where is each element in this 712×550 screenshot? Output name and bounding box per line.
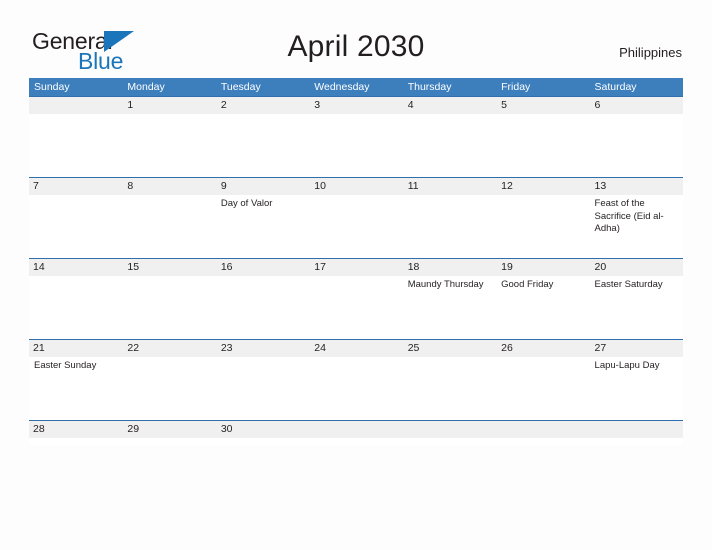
- week-day-events: Day of Valor Feast of the Sacrifice (Eid…: [29, 195, 683, 257]
- day-number[interactable]: [403, 421, 496, 438]
- day-number[interactable]: 19: [496, 259, 589, 276]
- day-event: Easter Sunday: [34, 360, 97, 371]
- day-event: [496, 195, 589, 257]
- month-calendar: Sunday Monday Tuesday Wednesday Thursday…: [29, 78, 683, 445]
- day-event: [496, 357, 589, 419]
- day-event: [122, 114, 215, 176]
- week-row: 7 8 9 10 11 12 13 Day of Valor Feast of …: [29, 177, 683, 258]
- weekday-monday: Monday: [127, 81, 165, 93]
- day-number[interactable]: 6: [590, 97, 683, 114]
- week-row: 21 22 23 24 25 26 27 Easter Sunday Lapu-…: [29, 339, 683, 420]
- week-day-events: Maundy Thursday Good Friday Easter Satur…: [29, 276, 683, 338]
- day-number[interactable]: 16: [216, 259, 309, 276]
- day-number[interactable]: 2: [216, 97, 309, 114]
- day-event: Good Friday: [501, 279, 554, 290]
- day-event: Feast of the Sacrifice (Eid al-Adha): [594, 198, 664, 234]
- day-number[interactable]: [496, 421, 589, 438]
- weekday-header-row: Sunday Monday Tuesday Wednesday Thursday…: [29, 78, 683, 96]
- day-number[interactable]: 27: [590, 340, 683, 357]
- day-event: [403, 195, 496, 257]
- day-number[interactable]: 3: [309, 97, 402, 114]
- day-number[interactable]: 29: [122, 421, 215, 438]
- day-number[interactable]: 10: [309, 178, 402, 195]
- day-number[interactable]: 1: [122, 97, 215, 114]
- day-event: [122, 195, 215, 257]
- week-day-numbers: 28 29 30: [29, 421, 683, 438]
- day-number[interactable]: 9: [216, 178, 309, 195]
- week-day-numbers: 1 2 3 4 5 6: [29, 97, 683, 114]
- day-number[interactable]: 7: [29, 178, 122, 195]
- week-day-events: Easter Sunday Lapu-Lapu Day: [29, 357, 683, 419]
- day-event: [216, 276, 309, 338]
- day-number[interactable]: 12: [496, 178, 589, 195]
- day-event: [309, 357, 402, 419]
- day-event: [122, 357, 215, 419]
- day-event: [29, 195, 122, 257]
- day-event: [216, 357, 309, 419]
- calendar-page: General Blue April 2030 Philippines Sund…: [0, 0, 712, 550]
- day-event: [309, 195, 402, 257]
- day-event: [590, 114, 683, 176]
- day-number[interactable]: 26: [496, 340, 589, 357]
- day-number[interactable]: 23: [216, 340, 309, 357]
- day-number[interactable]: 5: [496, 97, 589, 114]
- weekday-wednesday: Wednesday: [314, 81, 370, 93]
- day-number[interactable]: [29, 97, 122, 114]
- day-number[interactable]: 24: [309, 340, 402, 357]
- day-number[interactable]: 17: [309, 259, 402, 276]
- week-day-numbers: 14 15 16 17 18 19 20: [29, 259, 683, 276]
- day-number[interactable]: 4: [403, 97, 496, 114]
- day-number[interactable]: 30: [216, 421, 309, 438]
- day-number[interactable]: [309, 421, 402, 438]
- page-title: April 2030: [287, 30, 425, 63]
- day-number[interactable]: 11: [403, 178, 496, 195]
- day-event: Day of Valor: [220, 198, 273, 209]
- day-event: Lapu-Lapu Day: [594, 360, 660, 371]
- day-event: [403, 114, 496, 176]
- day-number[interactable]: 28: [29, 421, 122, 438]
- day-number[interactable]: [590, 421, 683, 438]
- day-event: [309, 114, 402, 176]
- day-number[interactable]: 8: [122, 178, 215, 195]
- week-row: 14 15 16 17 18 19 20 Maundy Thursday Goo…: [29, 258, 683, 339]
- day-event: Easter Saturday: [594, 279, 663, 290]
- day-number[interactable]: 14: [29, 259, 122, 276]
- day-event: [29, 276, 122, 338]
- day-number[interactable]: 18: [403, 259, 496, 276]
- day-number[interactable]: 20: [590, 259, 683, 276]
- day-event: [29, 114, 122, 176]
- day-event: [403, 357, 496, 419]
- week-day-numbers: 21 22 23 24 25 26 27: [29, 340, 683, 357]
- day-event: [216, 114, 309, 176]
- day-event: Maundy Thursday: [407, 279, 484, 290]
- weekday-thursday: Thursday: [407, 81, 452, 93]
- day-number[interactable]: 22: [122, 340, 215, 357]
- day-event: [309, 276, 402, 338]
- page-header: General Blue April 2030 Philippines: [0, 0, 712, 78]
- day-number[interactable]: 15: [122, 259, 215, 276]
- weekday-sunday: Sunday: [34, 81, 70, 93]
- weekday-friday: Friday: [501, 81, 531, 93]
- day-number[interactable]: 25: [403, 340, 496, 357]
- week-row: 28 29 30: [29, 420, 683, 445]
- week-day-numbers: 7 8 9 10 11 12 13: [29, 178, 683, 195]
- day-event: [122, 276, 215, 338]
- weekday-tuesday: Tuesday: [220, 81, 261, 93]
- day-number[interactable]: 13: [590, 178, 683, 195]
- day-event: [496, 114, 589, 176]
- weekday-saturday: Saturday: [594, 81, 637, 93]
- week-day-events: [29, 114, 683, 176]
- country-label: Philippines: [619, 45, 682, 60]
- day-number[interactable]: 21: [29, 340, 122, 357]
- week-row: 1 2 3 4 5 6: [29, 96, 683, 177]
